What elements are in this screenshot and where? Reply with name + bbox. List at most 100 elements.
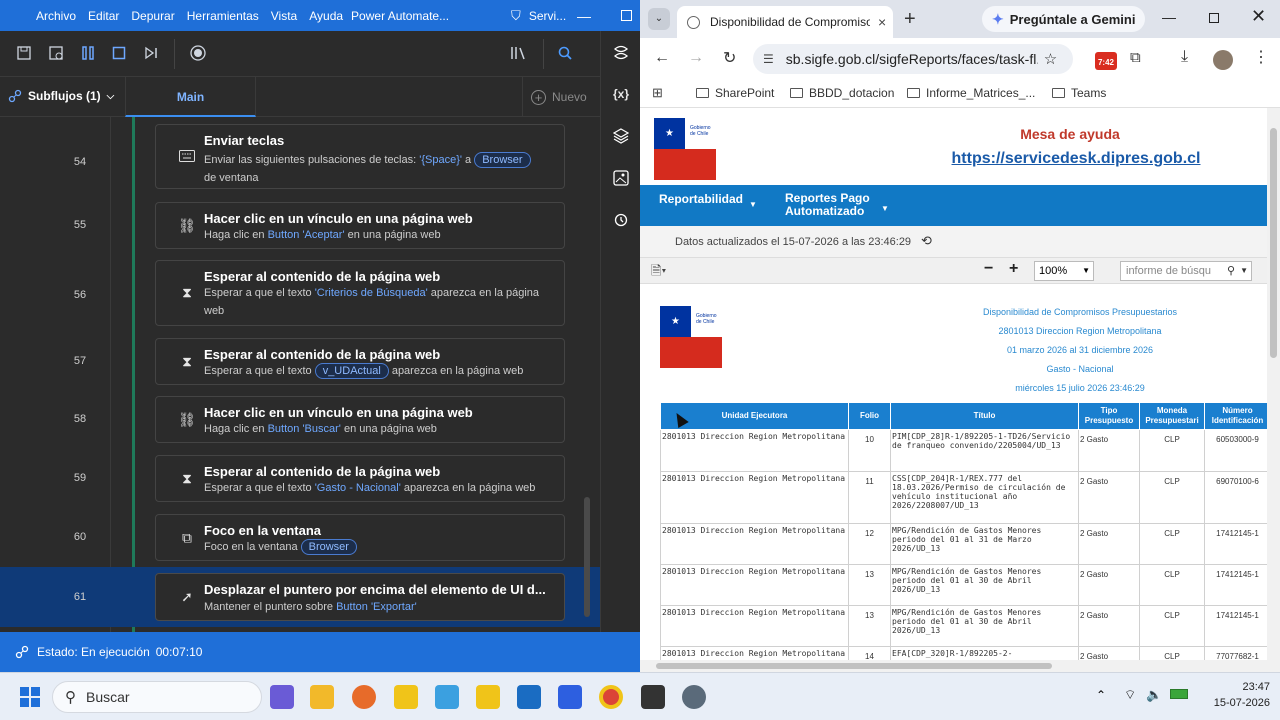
stop-icon[interactable] [109,43,129,63]
search-icon[interactable] [555,43,575,63]
menu-archivo[interactable]: Archivo [30,9,82,23]
library-icon[interactable] [508,43,528,63]
dax-studio-icon[interactable] [641,685,665,709]
col-unidad[interactable]: Unidad Ejecutora [660,402,849,430]
tab-close-icon[interactable]: × [878,14,886,30]
col-folio[interactable]: Folio [848,402,891,430]
power-automate-icon[interactable] [558,685,582,709]
action-card[interactable]: ➚ Desplazar el puntero por encima del el… [155,573,565,621]
tray-chevron-icon[interactable]: ⌃ [1096,688,1106,702]
close-icon[interactable]: ✕ [1251,6,1266,27]
save-as-icon[interactable] [46,43,66,63]
refresh-icon[interactable]: ⟲ [921,233,932,249]
report-search-input[interactable]: informe de búsqu ⚲ ▼ [1120,261,1252,281]
variables-icon[interactable]: {x} [610,83,632,105]
tab-main[interactable]: Main [125,77,256,117]
download-icon[interactable]: ⤓ [1181,48,1188,66]
flow-step[interactable]: 54 Enviar teclas Enviar las siguientes p… [0,122,600,192]
site-info-icon[interactable]: ☰ [763,52,774,66]
firefox-icon[interactable] [352,685,376,709]
apps-grid-icon[interactable]: ⊞ [652,85,663,101]
zoom-in-icon[interactable]: + [1009,260,1018,278]
menu-ayuda[interactable]: Ayuda [303,9,349,23]
record-icon[interactable] [188,43,208,63]
bookmark-sharepoint[interactable]: SharePoint [696,86,774,100]
powerbi-icon[interactable] [394,685,418,709]
servicedesk-link[interactable]: https://servicedesk.dipres.gob.cl [945,150,1207,168]
run-next-icon[interactable] [141,43,161,63]
file-explorer-icon[interactable] [310,685,334,709]
col-moneda[interactable]: Moneda Presupuestari [1139,402,1205,430]
menu-dots-icon[interactable]: ⋮ [1253,47,1269,67]
menu-depurar[interactable]: Depurar [125,9,180,23]
browser-tab[interactable]: Disponibilidad de Compromiso × [677,6,893,38]
volume-icon[interactable]: 🔈 [1146,687,1162,703]
new-subflow-button[interactable]: + Nuevo [522,77,602,117]
bookmark-teams[interactable]: Teams [1052,86,1106,100]
start-button[interactable] [20,687,40,707]
address-bar[interactable]: ☰ sb.sigfe.gob.cl/sigfeReports/faces/tas… [753,44,1073,74]
flow-step-selected[interactable]: 61 ➚ Desplazar el puntero por encima del… [0,567,600,627]
tab-search-button[interactable]: ⌄ [648,8,670,30]
pause-icon[interactable] [78,43,98,63]
flow-scrollbar[interactable] [584,497,590,617]
extensions-icon[interactable]: ⧉ [1130,49,1141,66]
action-card[interactable]: ⧗ Esperar al contenido de la página web … [155,455,565,502]
reload-icon[interactable]: ↻ [723,48,736,68]
action-card[interactable]: ⧉ Foco en la ventana Foco en la ventana … [155,514,565,561]
outlook-icon[interactable] [517,685,541,709]
maximize-icon[interactable] [1209,13,1219,23]
flow-step[interactable]: 55 ⛓ Hacer clic en un vínculo en una pág… [0,197,600,253]
app-icon[interactable] [435,685,459,709]
settings-icon[interactable] [682,685,706,709]
action-card[interactable]: ⛓ Hacer clic en un vínculo en una página… [155,202,565,249]
zoom-out-icon[interactable]: − [984,260,993,278]
action-card[interactable]: ⧗ Esperar al contenido de la página web … [155,260,565,326]
col-titulo[interactable]: Título [890,402,1079,430]
bookmark-informe-matrices[interactable]: Informe_Matrices_... [907,86,1035,100]
col-tipo[interactable]: Tipo Presupuesto [1078,402,1140,430]
page-vertical-scrollbar[interactable] [1267,108,1280,672]
menu-editar[interactable]: Editar [82,9,125,23]
forward-icon[interactable]: → [688,49,704,67]
page-horizontal-scrollbar[interactable] [640,660,1267,672]
images-icon[interactable] [610,167,632,189]
nav-reportabilidad[interactable]: Reportabilidad ▼ [659,192,757,209]
action-card[interactable]: ⧗ Esperar al contenido de la página web … [155,338,565,385]
export-icon[interactable]: 🗎▾ [651,262,666,284]
zoom-select[interactable]: 100% ▼ [1034,261,1094,281]
minimize-icon[interactable]: — [577,8,591,24]
flow-step[interactable]: 58 ⛓ Hacer clic en un vínculo en una pág… [0,391,600,447]
chrome-icon[interactable] [599,685,623,709]
teams-app-icon[interactable] [270,685,294,709]
back-icon[interactable]: ← [654,49,670,67]
history-icon[interactable] [610,209,632,231]
clock[interactable]: 23:47 15-07-2026 [1214,679,1270,711]
flow-step[interactable]: 57 ⧗ Esperar al contenido de la página w… [0,333,600,389]
extension-badge[interactable]: 7:42 [1095,52,1117,70]
sticky-notes-icon[interactable] [476,685,500,709]
nav-reportes-pago[interactable]: Reportes Pago Automatizado ▼ [785,192,889,218]
save-icon[interactable] [14,43,34,63]
gemini-button[interactable]: ✦ Pregúntale a Gemini [982,6,1146,32]
wifi-icon[interactable]: ⌔ [1124,687,1136,703]
taskbar-search[interactable]: ⚲ Buscar [52,681,262,713]
col-numero[interactable]: Número Identificación [1204,402,1267,430]
menu-vista[interactable]: Vista [265,9,303,23]
minimize-icon[interactable]: — [1162,9,1176,25]
action-card[interactable]: Enviar teclas Enviar las siguientes puls… [155,124,565,189]
subflows-dropdown[interactable]: Subflujos (1) ⌵ [8,89,114,103]
actions-icon[interactable] [610,42,632,64]
menu-herramientas[interactable]: Herramientas [181,9,265,23]
bookmark-bbdd-dotacion[interactable]: BBDD_dotacion [790,86,894,100]
flow-step[interactable]: 60 ⧉ Foco en la ventana Foco en la venta… [0,509,600,565]
bookmark-star-icon[interactable]: ☆ [1044,50,1057,68]
maximize-icon[interactable] [621,10,632,21]
flow-step[interactable]: 56 ⧗ Esperar al contenido de la página w… [0,255,600,331]
action-card[interactable]: ⛓ Hacer clic en un vínculo en una página… [155,396,565,443]
ui-elements-icon[interactable] [610,125,632,147]
new-tab-button[interactable]: + [904,8,916,31]
avatar[interactable] [1213,50,1233,70]
battery-icon[interactable] [1170,689,1188,699]
flow-step[interactable]: 59 ⧗ Esperar al contenido de la página w… [0,450,600,506]
